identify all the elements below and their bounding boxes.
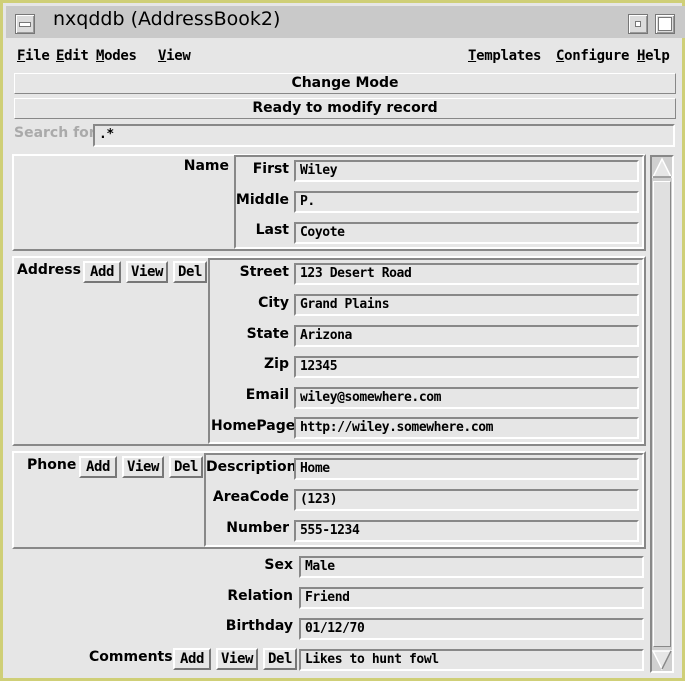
email-label: Email <box>245 387 289 403</box>
city-field[interactable]: Grand Plains <box>294 294 639 316</box>
description-field[interactable]: Home <box>294 458 639 480</box>
last-name-field[interactable]: Coyote <box>294 222 639 244</box>
phone-add-button[interactable]: Add <box>79 456 117 478</box>
phone-view-button[interactable]: View <box>122 456 164 478</box>
birthday-label: Birthday <box>225 618 293 634</box>
address-section-label: Address <box>17 262 81 278</box>
menu-modes[interactable]: Modes <box>96 48 137 64</box>
state-label: State <box>246 326 289 342</box>
relation-field[interactable]: Friend <box>299 587 644 609</box>
relation-label: Relation <box>227 588 293 604</box>
address-del-button[interactable]: Del <box>173 261 207 283</box>
scroll-thumb[interactable] <box>653 181 671 647</box>
app-window: nxqddb (AddressBook2) File Edit Modes Vi… <box>0 0 685 681</box>
phone-section-label: Phone <box>27 457 77 473</box>
search-input[interactable]: .* <box>93 124 675 147</box>
homepage-label: HomePage <box>211 418 296 434</box>
sex-label: Sex <box>264 557 293 573</box>
menu-templates[interactable]: Templates <box>468 48 541 64</box>
status-bar: Ready to modify record <box>14 98 676 119</box>
number-field[interactable]: 555-1234 <box>294 520 639 542</box>
middle-name-field[interactable]: P. <box>294 191 639 213</box>
window-title: nxqddb (AddressBook2) <box>53 8 281 30</box>
phone-del-button[interactable]: Del <box>169 456 203 478</box>
comments-view-button[interactable]: View <box>216 648 258 670</box>
birthday-field[interactable]: 01/12/70 <box>299 618 644 640</box>
last-label: Last <box>255 222 289 238</box>
number-label: Number <box>226 520 289 536</box>
search-label: Search for <box>14 125 96 141</box>
city-label: City <box>258 295 289 311</box>
menu-file[interactable]: File <box>17 48 50 64</box>
homepage-field[interactable]: http://wiley.somewhere.com <box>294 417 639 439</box>
menu-view[interactable]: View <box>158 48 191 64</box>
middle-label: Middle <box>235 192 289 208</box>
scroll-down-arrow-icon[interactable] <box>652 649 672 671</box>
zip-field[interactable]: 12345 <box>294 356 639 378</box>
areacode-label: AreaCode <box>212 489 289 505</box>
description-label: Description <box>206 459 297 475</box>
comments-add-button[interactable]: Add <box>173 648 211 670</box>
street-label: Street <box>239 264 289 280</box>
zip-label: Zip <box>264 356 289 372</box>
comments-label: Comments <box>89 649 173 665</box>
maximize-icon[interactable] <box>655 14 675 34</box>
first-label: First <box>252 161 289 177</box>
comments-del-button[interactable]: Del <box>263 648 297 670</box>
areacode-field[interactable]: (123) <box>294 489 639 511</box>
street-field[interactable]: 123 Desert Road <box>294 263 639 285</box>
email-field[interactable]: wiley@somewhere.com <box>294 387 639 409</box>
menu-configure[interactable]: Configure <box>556 48 629 64</box>
menu-edit[interactable]: Edit <box>56 48 89 64</box>
name-section-label: Name <box>183 158 229 174</box>
state-field[interactable]: Arizona <box>294 325 639 347</box>
sex-field[interactable]: Male <box>299 556 644 578</box>
address-view-button[interactable]: View <box>126 261 168 283</box>
comments-field[interactable]: Likes to hunt fowl <box>299 649 644 671</box>
first-name-field[interactable]: Wiley <box>294 160 639 182</box>
menu-help[interactable]: Help <box>637 48 670 64</box>
change-mode-button[interactable]: Change Mode <box>14 73 676 94</box>
window-menu-icon[interactable] <box>15 14 35 34</box>
address-add-button[interactable]: Add <box>83 261 121 283</box>
minimize-icon[interactable] <box>628 14 648 34</box>
scroll-up-arrow-icon[interactable] <box>652 157 672 179</box>
